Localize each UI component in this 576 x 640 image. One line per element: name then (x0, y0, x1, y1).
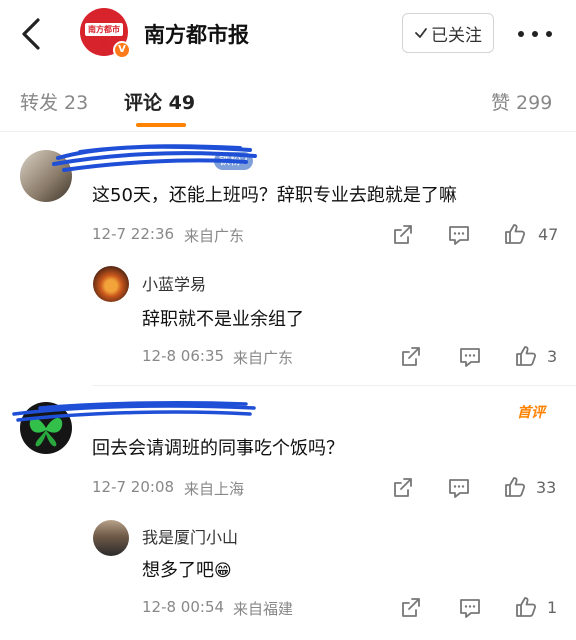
reply-location: 来自广东 (233, 349, 294, 367)
reply-username[interactable]: 我是厦门小山 (142, 524, 238, 548)
active-tab-indicator (136, 123, 186, 127)
comment-time: 12-7 22:36 (92, 225, 175, 243)
account-name[interactable]: 南方都市报 (144, 19, 249, 49)
commenter-avatar[interactable] (20, 402, 72, 454)
reply-avatar[interactable] (93, 520, 129, 556)
comment-divider (92, 385, 576, 386)
verified-badge-icon: V (113, 41, 131, 59)
comment-icon[interactable] (458, 596, 482, 620)
tab-reposts[interactable]: 转发 23 (20, 88, 88, 115)
tab-bar: 转发 23 评论 49 赞 299 (0, 76, 576, 132)
account-avatar[interactable]: 南方都市报 V (80, 8, 131, 59)
reply-text: 辞职就不是业余组了 (142, 309, 304, 330)
reply-avatar[interactable] (93, 266, 129, 302)
comment-location: 来自上海 (184, 480, 245, 498)
comment-text: 这50天，还能上班吗？辞职专业去跑就是了嘛 (92, 185, 457, 206)
like-count: 3 (547, 347, 558, 366)
comment-icon[interactable] (447, 223, 471, 247)
butterfly-icon (29, 418, 63, 447)
share-icon[interactable] (391, 223, 415, 247)
like-count: 47 (538, 225, 559, 244)
like-count: 1 (547, 598, 558, 617)
comment-icon[interactable] (447, 476, 471, 500)
reply-time: 12-8 06:35 (142, 347, 225, 365)
tab-likes[interactable]: 赞 299 (491, 88, 552, 115)
like-icon[interactable] (514, 344, 538, 368)
reply-location: 来自福建 (233, 600, 294, 618)
comment-icon[interactable] (458, 345, 482, 369)
comment-location: 来自广东 (184, 227, 245, 245)
share-icon[interactable] (399, 345, 423, 369)
comment-time: 12-7 20:08 (92, 478, 175, 496)
follow-label: 已关注 (431, 25, 482, 46)
like-icon[interactable] (503, 475, 527, 499)
check-icon (415, 28, 427, 38)
first-comment-badge: 首评 (517, 405, 545, 421)
like-count: 33 (536, 478, 557, 497)
share-icon[interactable] (399, 596, 423, 620)
reply-time: 12-8 00:54 (142, 598, 225, 616)
reply-text: 想多了吧😁 (142, 556, 232, 582)
tab-comments[interactable]: 评论 49 (124, 88, 195, 115)
grin-emoji-icon: 😁 (214, 561, 232, 581)
back-arrow-icon[interactable] (14, 14, 48, 54)
share-icon[interactable] (391, 476, 415, 500)
logo-text: 南方都市报 (85, 23, 123, 47)
top-bar: 南方都市报 V 南方都市报 已关注 (0, 0, 576, 66)
comment-text: 回去会请调班的同事吃个饭吗？ (92, 438, 344, 459)
like-icon[interactable] (503, 222, 527, 246)
fan-badge: 铁粉2 (214, 152, 253, 170)
reply-text-content: 想多了吧 (142, 560, 214, 581)
more-options-icon[interactable] (515, 24, 555, 44)
follow-button[interactable]: 已关注 (402, 13, 494, 53)
commenter-avatar[interactable] (20, 150, 72, 202)
like-icon[interactable] (514, 595, 538, 619)
reply-username[interactable]: 小蓝学易 (142, 271, 206, 295)
